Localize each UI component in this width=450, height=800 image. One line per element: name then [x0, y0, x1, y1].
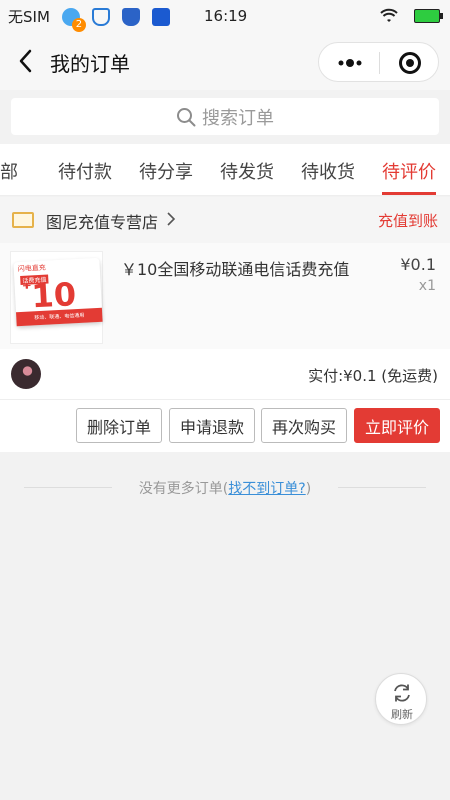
request-refund-button[interactable]: 申请退款 [169, 408, 255, 443]
qq-icon: 2 [61, 7, 86, 32]
notification-badge: 2 [71, 17, 86, 32]
no-more-text: 没有更多订单(找不到订单?) [0, 478, 450, 498]
payment-summary: 实付:¥0.1 (免运费) [0, 349, 450, 400]
review-now-button[interactable]: 立即评价 [354, 408, 440, 443]
nav-bar: 我的订单 [0, 33, 450, 90]
tab-pending-receipt[interactable]: 待收货 [301, 158, 355, 184]
shield-check-icon [91, 7, 110, 26]
search-input[interactable]: 搜索订单 [11, 98, 439, 135]
security-icon [151, 7, 170, 26]
tab-pending-payment[interactable]: 待付款 [58, 158, 112, 184]
tab-all[interactable]: 全部 [0, 158, 18, 184]
battery-icon [414, 9, 443, 23]
status-bar: 无SIM 2 16:19 [0, 0, 450, 33]
paid-amount: 实付:¥0.1 (免运费) [308, 367, 438, 385]
carrier-label: 无SIM [8, 8, 50, 26]
product-quantity: x1 [418, 278, 436, 294]
order-status: 充值到账 [377, 212, 438, 230]
page-title: 我的订单 [50, 52, 130, 76]
store-icon [12, 212, 34, 228]
search-placeholder: 搜索订单 [202, 107, 274, 129]
product-title: ￥10全国移动联通电信话费充值 [121, 260, 350, 279]
capsule-divider [379, 52, 380, 74]
buy-again-button[interactable]: 再次购买 [261, 408, 347, 443]
avatar[interactable] [11, 359, 41, 389]
more-dots-icon[interactable] [337, 54, 363, 72]
product-price: ¥0.1 [400, 255, 436, 274]
delete-order-button[interactable]: 删除订单 [76, 408, 162, 443]
refresh-label: 刷新 [391, 708, 413, 721]
search-area: 搜索订单 [0, 90, 450, 144]
target-circle-icon[interactable] [399, 52, 421, 74]
refresh-button[interactable]: 刷新 [375, 673, 427, 725]
wifi-icon [380, 8, 398, 22]
back-arrow-icon[interactable] [14, 47, 40, 75]
recharge-card-graphic: 闪电直充 ¥10 话费充值 移动、联通、电信通用 [13, 257, 103, 327]
search-icon [177, 107, 196, 126]
tab-pending-share[interactable]: 待分享 [139, 158, 193, 184]
shield-icon [121, 7, 140, 26]
card-brand: 闪电直充 [17, 263, 46, 274]
active-tab-indicator [382, 192, 436, 195]
order-item[interactable]: 闪电直充 ¥10 话费充值 移动、联通、电信通用 ￥10全国移动联通电信话费充值… [0, 243, 450, 349]
no-more-orders: 没有更多订单(找不到订单?) [0, 476, 450, 498]
tab-pending-review[interactable]: 待评价 [382, 158, 436, 184]
chevron-right-icon [167, 212, 176, 226]
card-tag: 话费充值 [20, 274, 49, 285]
cant-find-order-link[interactable]: 找不到订单? [228, 481, 305, 497]
refresh-icon [394, 684, 410, 702]
order-tabs: 全部 待付款 待分享 待发货 待收货 待评价 [0, 144, 450, 196]
close-paren: ) [305, 481, 312, 497]
shop-name[interactable]: 图尼充值专营店 [46, 209, 158, 233]
no-more-label: 没有更多订单( [138, 481, 229, 497]
shop-header[interactable]: 图尼充值专营店 充值到账 [0, 197, 450, 243]
product-image: 闪电直充 ¥10 话费充值 移动、联通、电信通用 [10, 251, 103, 344]
tab-pending-shipment[interactable]: 待发货 [220, 158, 274, 184]
order-actions: 删除订单 申请退款 再次购买 立即评价 [0, 400, 450, 452]
clock: 16:19 [204, 7, 248, 25]
mini-program-capsule [318, 42, 439, 82]
